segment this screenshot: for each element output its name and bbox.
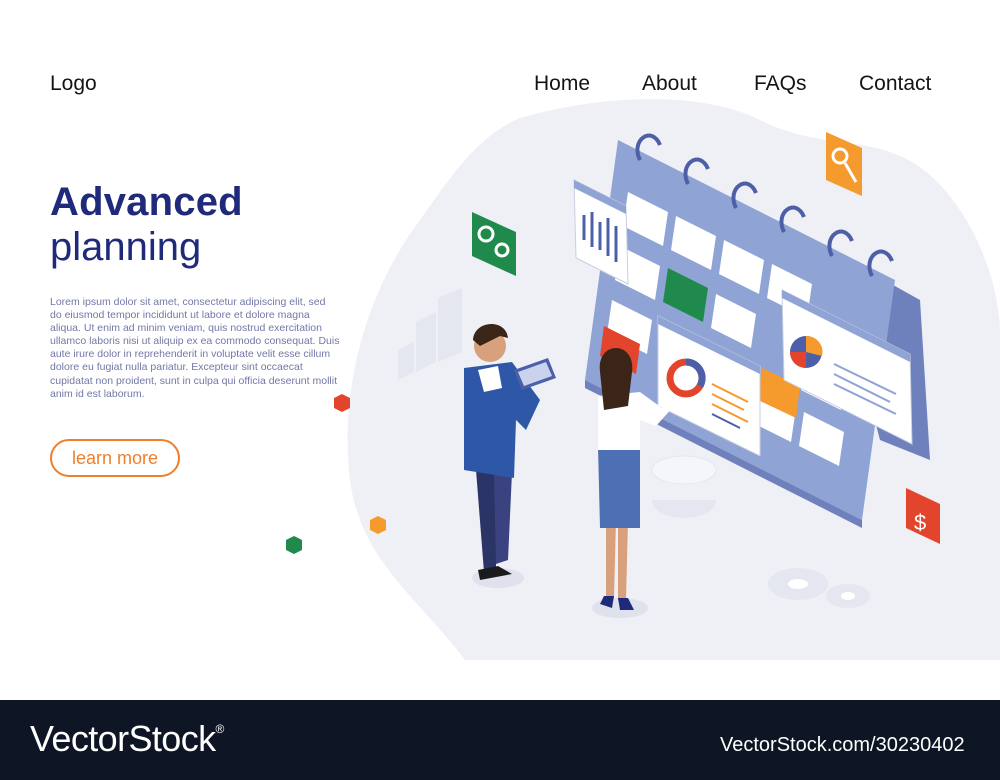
hero-body-text: Lorem ipsum dolor sit amet, consectetur … xyxy=(50,296,340,400)
learn-more-button[interactable]: learn more xyxy=(50,439,180,477)
watermark-id: VectorStock.com/30230402 xyxy=(720,734,965,756)
watermark-brand-text: VectorStock xyxy=(30,718,216,759)
hero-title-line2: planning xyxy=(50,225,202,269)
watermark-brand: VectorStock® xyxy=(30,718,224,760)
faded-pie xyxy=(651,455,717,518)
registered-mark: ® xyxy=(215,722,225,736)
hero-title-line1: Advanced xyxy=(50,180,243,224)
dollar-sign: $ xyxy=(914,510,926,535)
